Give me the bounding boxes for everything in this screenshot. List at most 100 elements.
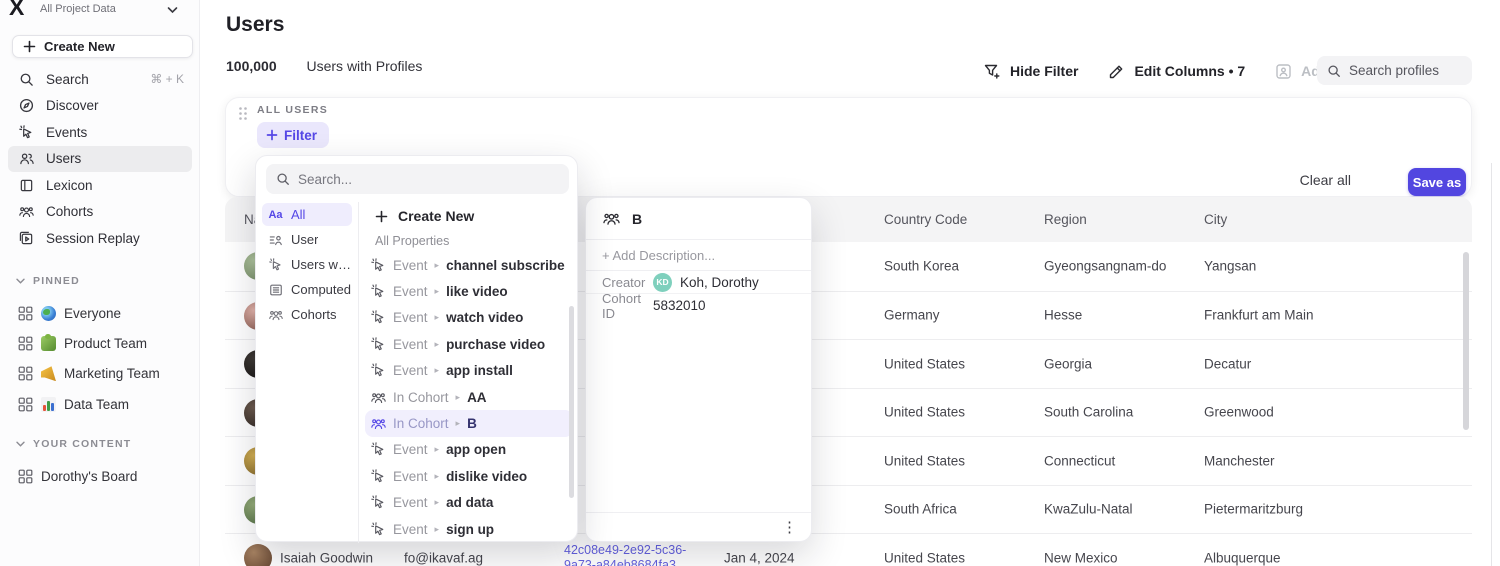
item-name: sign up (446, 522, 494, 537)
cell-region: KwaZulu-Natal (1044, 502, 1133, 517)
dropdown-body: Aa All User Users who di... Computed (256, 202, 579, 543)
avatar (244, 544, 272, 566)
filter-funnel-icon (984, 63, 1001, 80)
creator-avatar: KD (653, 273, 672, 292)
cohort-name: B (632, 211, 642, 227)
add-filter-button[interactable]: Filter (257, 122, 329, 148)
chevron-down-icon (167, 6, 178, 14)
edit-columns-button[interactable]: Edit Columns • 7 (1108, 63, 1245, 80)
item-prefix: Event (393, 310, 428, 325)
item-name: ad data (446, 495, 493, 510)
cell-country: United States (884, 550, 965, 565)
board-icon (18, 366, 33, 381)
item-name: AA (467, 390, 487, 405)
page-scrollbar-track (1491, 163, 1492, 566)
sidebar-item-discover[interactable]: Discover (0, 93, 200, 120)
cell-email: fo@ikavaf.ag (404, 550, 483, 565)
create-new-button[interactable]: Create New (12, 35, 193, 58)
col-header-city[interactable]: City (1204, 212, 1227, 227)
sidebar-item-product-team[interactable]: Product Team (0, 328, 200, 358)
category-user[interactable]: User (256, 227, 358, 252)
pinned-section-header[interactable]: PINNED (0, 272, 200, 290)
col-header-country[interactable]: Country Code (884, 212, 967, 227)
bar-chart-emoji-icon (41, 397, 56, 412)
arrow-right-icon: ▸ (435, 497, 440, 508)
category-all[interactable]: Aa All (256, 202, 358, 227)
table-scrollbar[interactable] (1463, 252, 1469, 430)
clear-all-button[interactable]: Clear all (1300, 172, 1351, 188)
discover-icon (18, 98, 34, 114)
dropdown-item-watch-video[interactable]: Event▸watch video (365, 305, 573, 331)
cell-date: Jan 4, 2024 (724, 550, 795, 565)
dropdown-item-like-video[interactable]: Event▸like video (365, 278, 573, 304)
dropdown-item-sign-up[interactable]: Event▸sign up (365, 516, 573, 542)
item-prefix: In Cohort (393, 390, 449, 405)
arrow-right-icon: ▸ (435, 260, 440, 271)
arrow-right-icon: ▸ (435, 339, 440, 350)
sidebar-item-users[interactable]: Users (0, 146, 200, 173)
sidebar-item-data-team[interactable]: Data Team (0, 389, 200, 419)
sidebar-item-session-replay[interactable]: Session Replay (0, 225, 200, 252)
cell-country: United States (884, 453, 965, 468)
cell-distinct-id[interactable]: 42c08e49-2e92-5c36-9a73-a84eb8684fa3 (564, 543, 706, 566)
cohort-card-footer: ⋮ (586, 512, 811, 541)
dropdown-item-channel-subscribe[interactable]: Event▸channel subscribe (365, 252, 573, 278)
cell-region: Georgia (1044, 356, 1092, 371)
profile-badge-icon (1275, 63, 1292, 80)
dropdown-scrollbar[interactable] (569, 306, 574, 498)
event-icon (371, 522, 386, 537)
drag-handle-icon[interactable] (238, 106, 248, 120)
dropdown-item-app-install[interactable]: Event▸app install (365, 358, 573, 384)
sidebar-item-everyone[interactable]: Everyone (0, 298, 200, 328)
sidebar-item-cohorts[interactable]: Cohorts (0, 199, 200, 226)
dropdown-item-ad-data[interactable]: Event▸ad data (365, 490, 573, 516)
dropdown-item-purchase-video[interactable]: Event▸purchase video (365, 331, 573, 357)
arrow-right-icon: ▸ (435, 471, 440, 482)
cell-city: Manchester (1204, 453, 1275, 468)
sidebar-item-dorothys-board[interactable]: Dorothy's Board (0, 461, 200, 491)
event-icon (371, 284, 386, 299)
hide-filter-button[interactable]: Hide Filter (984, 63, 1078, 80)
item-prefix: Event (393, 258, 428, 273)
dropdown-categories: Aa All User Users who di... Computed (256, 202, 359, 543)
sidebar-item-events[interactable]: Events (0, 119, 200, 146)
dropdown-item-aa[interactable]: In Cohort▸AA (365, 384, 573, 410)
sidebar-item-search[interactable]: Search ⌘ + K (0, 66, 200, 93)
item-name: like video (446, 284, 508, 299)
dropdown-item-b[interactable]: In Cohort▸B (365, 410, 573, 436)
cohorts-icon (268, 307, 283, 322)
col-header-region[interactable]: Region (1044, 212, 1087, 227)
cell-country: United States (884, 405, 965, 420)
add-description-button[interactable]: + Add Description... (586, 240, 811, 271)
sidebar-item-lexicon[interactable]: Lexicon (0, 172, 200, 199)
dropdown-search-input[interactable]: Search... (266, 164, 569, 194)
project-subtitle: All Project Data (40, 3, 116, 15)
filter-group-label: ALL USERS (257, 104, 328, 116)
cell-region: South Carolina (1044, 405, 1133, 420)
dropdown-item-app-open[interactable]: Event▸app open (365, 437, 573, 463)
events-icon (18, 124, 34, 140)
search-profiles-placeholder: Search profiles (1349, 63, 1439, 78)
board-icon (18, 336, 33, 351)
cohort-hover-card: B + Add Description... Creator KD Koh, D… (585, 197, 812, 542)
your-content-section-header[interactable]: YOUR CONTENT (0, 435, 200, 453)
creator-label: Creator (602, 275, 653, 290)
category-users-who-did[interactable]: Users who di... (256, 252, 358, 277)
category-cohorts[interactable]: Cohorts (256, 302, 358, 327)
dropdown-item-list: Event▸channel subscribeEvent▸like videoE… (359, 252, 579, 542)
dropdown-create-new-button[interactable]: Create New (359, 202, 579, 230)
sidebar-item-marketing-team[interactable]: Marketing Team (0, 359, 200, 389)
dropdown-item-dislike-video[interactable]: Event▸dislike video (365, 463, 573, 489)
item-name: purchase video (446, 337, 545, 352)
users-icon (18, 151, 34, 167)
category-computed[interactable]: Computed (256, 277, 358, 302)
search-profiles-input[interactable]: Search profiles (1317, 56, 1472, 85)
search-icon (18, 71, 34, 87)
workspace-switcher[interactable]: X Media All Project Data (0, 0, 200, 26)
save-as-button[interactable]: Save as (1408, 168, 1466, 196)
item-prefix: Event (393, 522, 428, 537)
chevron-down-icon (16, 278, 25, 284)
more-options-icon[interactable]: ⋮ (782, 518, 797, 536)
board-icon (18, 397, 33, 412)
cell-region: New Mexico (1044, 550, 1118, 565)
